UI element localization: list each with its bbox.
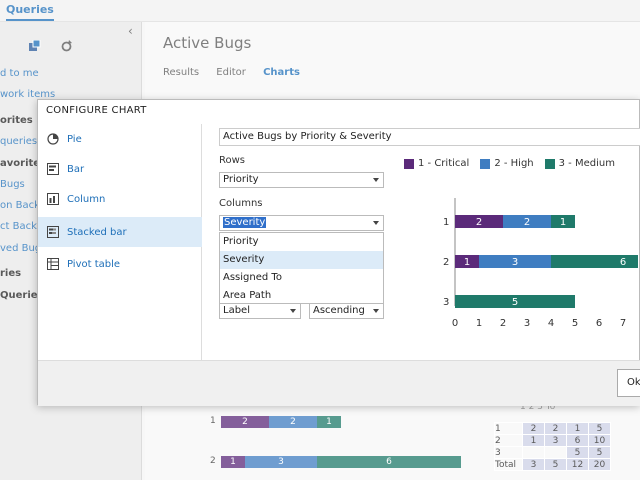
sort-order-value: Ascending bbox=[313, 305, 365, 316]
pie-chart-icon bbox=[47, 133, 59, 145]
x-tick-label: 0 bbox=[452, 318, 458, 329]
dropdown-option[interactable]: Severity bbox=[220, 251, 383, 269]
chevron-down-icon bbox=[290, 309, 296, 313]
x-tick-label: 7 bbox=[620, 318, 626, 329]
chevron-down-icon bbox=[373, 309, 379, 313]
chart-svg: 1 2 2 1 2 1 3 6 3 5 bbox=[443, 198, 638, 308]
bar-value-label: 1 bbox=[464, 257, 470, 268]
chart-type-stacked-bar[interactable]: Stacked bar bbox=[38, 217, 202, 247]
category-label: 1 bbox=[443, 217, 449, 228]
rows-select-value: Priority bbox=[223, 174, 259, 185]
chart-type-pie[interactable]: Pie bbox=[38, 124, 202, 154]
legend-label: 3 - Medium bbox=[558, 158, 615, 169]
legend-item: 2 - High bbox=[480, 158, 534, 169]
chart-type-label: Pivot table bbox=[67, 258, 121, 270]
columns-select-value: Severity bbox=[223, 217, 267, 228]
chart-type-pivot-table[interactable]: Pivot table bbox=[38, 249, 202, 279]
chart-type-label: Column bbox=[67, 193, 106, 205]
legend-swatch bbox=[480, 158, 491, 169]
legend-swatch bbox=[404, 158, 414, 169]
configure-chart-dialog: CONFIGURE CHART Pie Bar Column Stacked b… bbox=[37, 99, 640, 406]
chart-type-label: Bar bbox=[67, 163, 85, 175]
bar-value-label: 3 bbox=[512, 257, 518, 268]
pivot-table-icon bbox=[47, 258, 59, 270]
chevron-down-icon bbox=[373, 221, 379, 225]
dialog-footer: Ok bbox=[38, 360, 640, 406]
category-label: 3 bbox=[443, 297, 449, 308]
bar-value-label: 1 bbox=[560, 217, 566, 228]
sort-by-select[interactable]: Label bbox=[219, 303, 301, 319]
chart-legend: 1 - Critical 2 - High 3 - Medium bbox=[404, 158, 626, 169]
x-tick-label: 5 bbox=[572, 318, 578, 329]
x-tick-label: 4 bbox=[548, 318, 554, 329]
chart-type-label: Stacked bar bbox=[67, 226, 127, 238]
x-tick-label: 1 bbox=[476, 318, 482, 329]
category-label: 2 bbox=[443, 257, 449, 268]
columns-label: Columns bbox=[219, 198, 263, 209]
bar-value-label: 6 bbox=[620, 257, 626, 268]
ok-button[interactable]: Ok bbox=[617, 369, 640, 397]
bar-value-label: 5 bbox=[512, 297, 518, 308]
x-tick-label: 2 bbox=[500, 318, 506, 329]
legend-item: 3 - Medium bbox=[544, 158, 615, 169]
chart-type-list: Pie Bar Column Stacked bar Pivot table bbox=[38, 124, 202, 360]
column-chart-icon bbox=[47, 193, 59, 205]
chart-type-label: Pie bbox=[67, 133, 82, 145]
legend-item: 1 - Critical bbox=[404, 158, 469, 169]
bar-chart-icon bbox=[47, 163, 59, 175]
chart-type-column[interactable]: Column bbox=[38, 184, 202, 214]
rows-label: Rows bbox=[219, 155, 246, 166]
dialog-title: CONFIGURE CHART bbox=[46, 105, 147, 116]
x-tick-label: 3 bbox=[524, 318, 530, 329]
legend-swatch bbox=[544, 158, 555, 169]
chart-type-bar[interactable]: Bar bbox=[38, 154, 202, 184]
stacked-bar-chart: 1221213635 01234567 bbox=[443, 196, 638, 330]
stacked-bar-icon bbox=[47, 226, 59, 238]
sort-order-select[interactable]: Ascending bbox=[309, 303, 384, 319]
columns-dropdown-list: Priority Severity Assigned To Area Path bbox=[219, 232, 384, 304]
bar-value-label: 2 bbox=[476, 217, 482, 228]
legend-label: 1 - Critical bbox=[418, 158, 470, 169]
legend-label: 2 - High bbox=[494, 158, 534, 169]
columns-select[interactable]: Severity bbox=[219, 215, 384, 231]
bar-value-label: 2 bbox=[524, 217, 530, 228]
x-tick-label: 6 bbox=[596, 318, 602, 329]
x-axis: 0 1 2 3 4 5 6 7 bbox=[452, 318, 626, 329]
dropdown-option[interactable]: Priority bbox=[220, 233, 383, 251]
chart-name-input[interactable]: Active Bugs by Priority & Severity bbox=[219, 128, 640, 146]
chevron-down-icon bbox=[373, 178, 379, 182]
sort-by-value: Label bbox=[223, 305, 250, 316]
rows-select[interactable]: Priority bbox=[219, 172, 384, 188]
dropdown-option[interactable]: Assigned To bbox=[220, 269, 383, 287]
